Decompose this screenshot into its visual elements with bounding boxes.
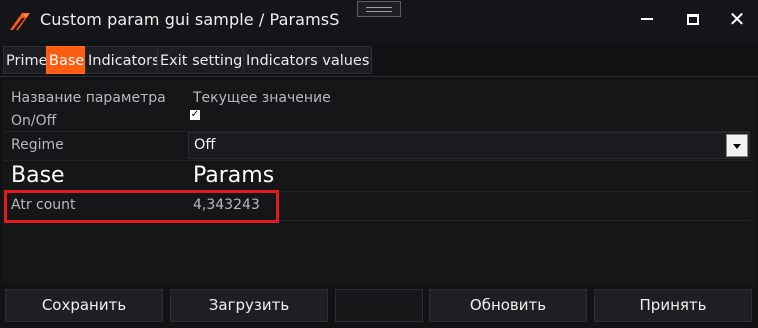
row-divider	[4, 160, 750, 161]
save-button[interactable]: Сохранить	[5, 289, 163, 322]
tab-prime[interactable]: Prime	[3, 46, 51, 74]
param-label-on-off: On/Off	[11, 113, 57, 129]
atr-count-highlight	[4, 190, 279, 223]
maximize-button[interactable]	[678, 6, 708, 32]
drag-handle-icon[interactable]	[357, 1, 401, 17]
column-header-name: Название параметра	[11, 90, 166, 106]
on-off-checkbox[interactable]: ✓	[190, 110, 200, 120]
window-title: Custom param gui sample / ParamsS	[40, 10, 340, 29]
tab-indicators-values[interactable]: Indicators values	[243, 46, 373, 74]
maximize-icon	[687, 13, 699, 25]
group-label-base: Base	[11, 163, 65, 188]
tab-indicators[interactable]: Indicators	[85, 46, 163, 74]
app-logo-icon	[10, 13, 30, 30]
regime-select-value: Off	[194, 137, 216, 153]
check-mark-icon: ✓	[190, 109, 200, 120]
group-label-params: Params	[193, 163, 275, 188]
regime-select[interactable]: Off	[188, 132, 750, 159]
close-button[interactable]: ✕	[722, 6, 752, 32]
title-bar: Custom param gui sample / ParamsS ✕	[0, 0, 758, 42]
chevron-down-icon[interactable]	[726, 134, 748, 157]
tab-base[interactable]: Base	[46, 46, 88, 74]
footer-spacer	[335, 289, 423, 322]
minimize-button[interactable]	[632, 6, 662, 32]
refresh-button[interactable]: Обновить	[429, 289, 587, 322]
close-icon: ✕	[728, 7, 746, 31]
tab-exit-settings[interactable]: Exit settings	[157, 46, 253, 74]
tab-bar: Prime Base Indicators Exit settings Indi…	[0, 44, 758, 78]
param-label-regime: Regime	[11, 137, 64, 153]
minimize-icon	[641, 18, 653, 20]
tab-divider	[0, 76, 758, 77]
column-header-value: Текущее значение	[193, 90, 331, 106]
parameters-background	[2, 80, 756, 284]
load-button[interactable]: Загрузить	[170, 289, 328, 322]
accept-button[interactable]: Принять	[594, 289, 752, 322]
